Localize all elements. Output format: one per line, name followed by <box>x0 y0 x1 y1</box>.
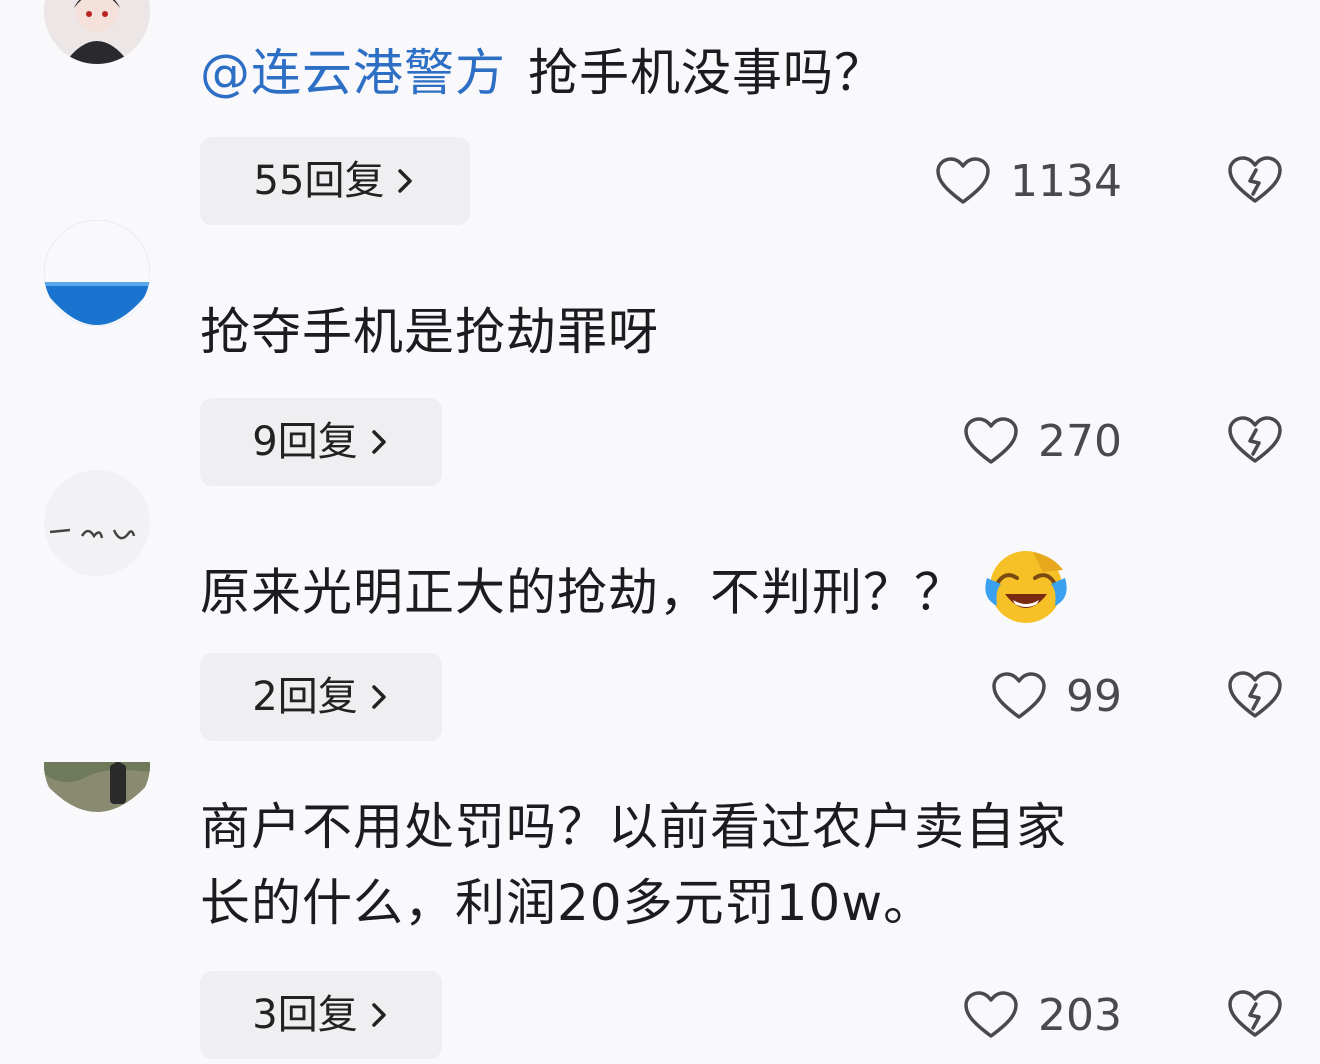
comment-body: 抢手机没事吗？ <box>528 44 885 102</box>
heart-icon <box>936 157 990 204</box>
avatar[interactable] <box>44 220 150 326</box>
chevron-right-icon <box>371 685 386 709</box>
user-avatar-icon <box>44 0 150 64</box>
like-count: 270 <box>1038 415 1122 467</box>
replies-label: 55回复 <box>253 158 385 204</box>
comment-body-line: 商户不用处罚吗？以前看过农户卖自家 <box>200 798 1067 856</box>
avatar[interactable] <box>44 712 150 818</box>
replies-button[interactable]: 2回复 <box>200 653 442 741</box>
replies-label: 3回复 <box>252 992 358 1038</box>
like-button[interactable]: 99 <box>990 666 1122 726</box>
comment-body-line: 长的什么，利润20多元罚10w。 <box>200 874 935 932</box>
user-avatar-icon <box>44 220 150 326</box>
comment-body: 原来光明正大的抢劫，不判刑？？ <box>200 563 965 622</box>
broken-heart-icon[interactable] <box>1226 414 1284 466</box>
heart-icon <box>964 991 1018 1038</box>
chevron-right-icon <box>371 1003 386 1027</box>
broken-heart-icon[interactable] <box>1226 154 1284 206</box>
chevron-right-icon <box>371 430 386 454</box>
replies-label: 2回复 <box>252 674 358 720</box>
comment-text: 原来光明正大的抢劫，不判刑？？ <box>200 548 1280 644</box>
heart-icon <box>992 672 1046 719</box>
user-avatar-icon <box>44 470 150 576</box>
user-avatar-icon <box>44 712 150 818</box>
heart-icon <box>964 417 1018 464</box>
like-button[interactable]: 1134 <box>934 151 1122 211</box>
comment-body: 抢夺手机是抢劫罪呀 <box>200 303 659 361</box>
like-count: 1134 <box>1010 155 1122 207</box>
broken-heart-icon[interactable] <box>1226 988 1284 1040</box>
like-count: 203 <box>1038 989 1122 1041</box>
replies-button[interactable]: 9回复 <box>200 398 442 486</box>
broken-heart-icon[interactable] <box>1226 669 1284 721</box>
replies-button[interactable]: 55回复 <box>200 137 470 225</box>
like-button[interactable]: 203 <box>962 985 1122 1045</box>
avatar[interactable] <box>44 0 150 64</box>
comment-text: 商户不用处罚吗？以前看过农户卖自家 长的什么，利润20多元罚10w。 <box>200 792 1280 938</box>
replies-button[interactable]: 3回复 <box>200 971 442 1059</box>
mention-link[interactable]: @连云港警方 <box>200 44 506 102</box>
chevron-right-icon <box>398 169 413 193</box>
comment-text: 抢夺手机是抢劫罪呀 <box>200 297 1280 367</box>
laughing-crying-emoji <box>983 548 1069 644</box>
replies-label: 9回复 <box>252 419 358 465</box>
like-button[interactable]: 270 <box>962 411 1122 471</box>
avatar[interactable] <box>44 470 150 576</box>
like-count: 99 <box>1066 670 1122 722</box>
comment-text: @连云港警方 抢手机没事吗？ <box>200 38 1280 108</box>
